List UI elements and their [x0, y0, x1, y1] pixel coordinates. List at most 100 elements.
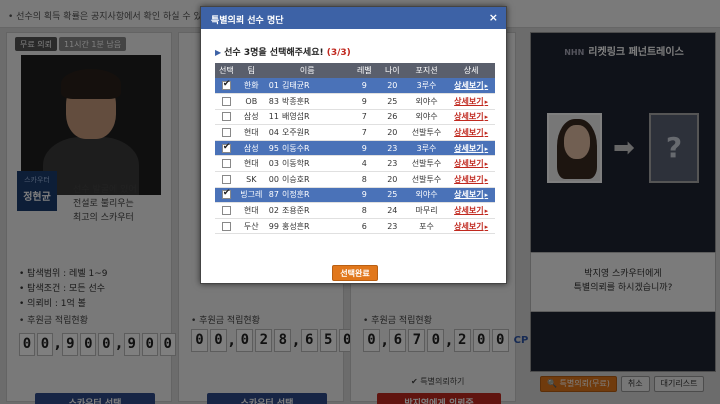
table-row[interactable]: 두산 99 홍성흔R 6 23 포수 상세보기▸: [215, 218, 495, 235]
name-cell: 02 조용준R: [264, 202, 350, 219]
select-checkbox[interactable]: [221, 206, 231, 216]
select-checkbox-cell[interactable]: [215, 78, 238, 95]
level-cell: 9: [349, 187, 379, 204]
team-cell: 삼성: [237, 140, 265, 157]
select-checkbox[interactable]: [221, 112, 231, 122]
detail-link[interactable]: 상세보기▸: [447, 93, 495, 110]
select-checkbox-cell[interactable]: [215, 155, 238, 173]
chevron-right-icon: ▸: [484, 144, 489, 153]
level-cell: 6: [349, 218, 379, 235]
table-row[interactable]: 빙그레87이정훈R925외야수상세보기▸: [215, 187, 495, 204]
age-cell: 20: [378, 171, 406, 188]
name-cell: 87 이정훈R: [264, 187, 350, 204]
age-cell: 20: [378, 78, 406, 95]
detail-link[interactable]: 상세보기▸: [447, 78, 495, 95]
chevron-right-icon: ▸: [484, 97, 489, 106]
age-cell: 20: [378, 124, 406, 141]
select-checkbox-cell[interactable]: [215, 124, 238, 141]
col-select: 선택: [215, 63, 238, 78]
chevron-right-icon: ▸: [484, 129, 489, 138]
col-name: 이름: [264, 63, 350, 78]
name-cell: 95 이동수R: [264, 140, 350, 157]
position-cell: 외야수: [405, 187, 448, 204]
select-checkbox-cell[interactable]: [215, 140, 238, 157]
chevron-right-icon: ▸: [484, 82, 489, 91]
position-cell: 선발투수: [405, 155, 448, 173]
chevron-right-icon: ▸: [484, 191, 489, 200]
table-row[interactable]: 삼성 11 배영섭R 7 26 외야수 상세보기▸: [215, 109, 495, 126]
select-checkbox[interactable]: [221, 128, 231, 138]
select-checkbox-cell[interactable]: [215, 171, 238, 188]
col-age: 나이: [378, 63, 406, 78]
level-cell: 8: [349, 171, 379, 188]
col-level: 레벨: [349, 63, 379, 78]
table-row[interactable]: 현대 04 오주원R 7 20 선발투수 상세보기▸: [215, 124, 495, 141]
name-cell: 01 김태균R: [264, 78, 350, 95]
level-cell: 4: [349, 155, 379, 173]
special-request-player-dialog: 특별의뢰 선수 명단 × ▶ 선수 3명을 선택해주세요! (3/3) 선택 팀 …: [200, 6, 507, 284]
detail-link[interactable]: 상세보기▸: [447, 140, 495, 157]
table-row[interactable]: 한화01김태균R9203루수상세보기▸: [215, 78, 495, 95]
team-cell: 현대: [237, 124, 265, 141]
select-checkbox[interactable]: [221, 159, 231, 169]
team-cell: 한화: [237, 78, 265, 95]
chevron-right-icon: ▸: [484, 222, 489, 231]
chevron-right-icon: ▸: [484, 113, 489, 122]
age-cell: 24: [378, 202, 406, 219]
select-checkbox-cell[interactable]: [215, 93, 238, 110]
selection-instruction: ▶ 선수 3명을 선택해주세요! (3/3): [215, 48, 351, 58]
select-checkbox-cell[interactable]: [215, 202, 238, 219]
detail-link[interactable]: 상세보기▸: [447, 171, 495, 188]
table-row[interactable]: OB 83 박종훈R 9 25 외야수 상세보기▸: [215, 93, 495, 110]
age-cell: 26: [378, 109, 406, 126]
team-cell: 삼성: [237, 109, 265, 126]
position-cell: 외야수: [405, 93, 448, 110]
select-checkbox[interactable]: [221, 142, 231, 153]
player-table: 선택 팀 이름 레벨 나이 포지션 상세 한화01김태균R9203루수상세보기▸…: [215, 63, 495, 235]
age-cell: 25: [378, 93, 406, 110]
team-cell: 현대: [237, 202, 265, 219]
level-cell: 7: [349, 124, 379, 141]
select-checkbox[interactable]: [221, 79, 231, 91]
table-row[interactable]: 삼성95이동수R9233루수상세보기▸: [215, 140, 495, 157]
select-checkbox[interactable]: [221, 96, 231, 106]
level-cell: 9: [349, 78, 379, 95]
select-checkbox[interactable]: [221, 188, 231, 200]
detail-link[interactable]: 상세보기▸: [447, 109, 495, 126]
table-header-row: 선택 팀 이름 레벨 나이 포지션 상세: [215, 63, 495, 78]
detail-link[interactable]: 상세보기▸: [447, 187, 495, 204]
player-rows: 한화01김태균R9203루수상세보기▸OB83박종훈R925외야수상세보기▸삼성…: [215, 78, 495, 235]
level-cell: 9: [349, 140, 379, 157]
select-checkbox-cell[interactable]: [215, 109, 238, 126]
level-cell: 8: [349, 202, 379, 219]
position-cell: 마무리: [405, 202, 448, 219]
table-row[interactable]: 현대 02 조용준R 8 24 마무리 상세보기▸: [215, 202, 495, 219]
detail-link[interactable]: 상세보기▸: [447, 155, 495, 173]
level-cell: 7: [349, 109, 379, 126]
detail-link[interactable]: 상세보기▸: [447, 124, 495, 141]
select-checkbox-cell[interactable]: [215, 187, 238, 204]
name-cell: 11 배영섭R: [264, 109, 350, 126]
confirm-selection-button[interactable]: 선택완료: [332, 265, 378, 281]
close-icon[interactable]: ×: [489, 11, 498, 24]
chevron-right-icon: ▸: [484, 160, 489, 169]
team-cell: OB: [237, 93, 265, 110]
table-row[interactable]: 현대 03 이동학R 4 23 선발투수 상세보기▸: [215, 155, 495, 173]
chevron-right-icon: ▸: [484, 175, 489, 184]
age-cell: 25: [378, 187, 406, 204]
name-cell: 99 홍성흔R: [264, 218, 350, 235]
dialog-header: 특별의뢰 선수 명단 ×: [201, 7, 506, 29]
chevron-right-icon: ▸: [484, 207, 489, 216]
table-row[interactable]: SK 00 이승호R 8 20 선발투수 상세보기▸: [215, 171, 495, 188]
select-checkbox-cell[interactable]: [215, 218, 238, 235]
select-checkbox[interactable]: [221, 221, 231, 231]
detail-link[interactable]: 상세보기▸: [447, 202, 495, 219]
team-cell: SK: [237, 171, 265, 188]
col-detail: 상세: [447, 63, 495, 78]
selection-count: (3/3): [326, 48, 351, 58]
detail-link[interactable]: 상세보기▸: [447, 218, 495, 235]
team-cell: 두산: [237, 218, 265, 235]
select-checkbox[interactable]: [221, 174, 231, 184]
position-cell: 포수: [405, 218, 448, 235]
position-cell: 3루수: [405, 78, 448, 95]
